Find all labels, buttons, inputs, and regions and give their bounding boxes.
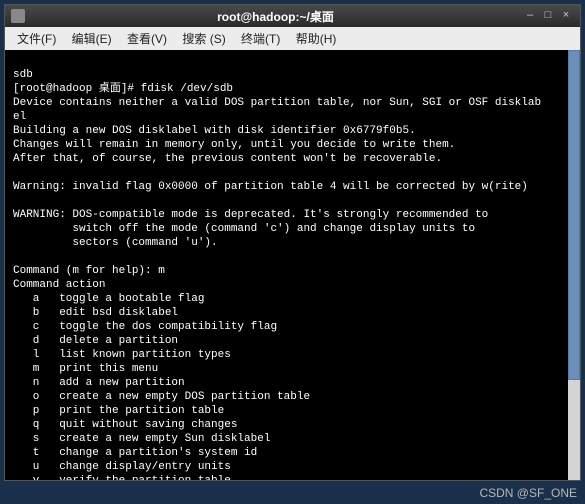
watermark: CSDN @SF_ONE — [479, 486, 577, 500]
scrollbar[interactable] — [568, 50, 580, 480]
term-line: l list known partition types — [13, 349, 231, 361]
term-line: m print this menu — [13, 363, 158, 375]
term-line: a toggle a bootable flag — [13, 293, 204, 305]
term-line: u change display/entry units — [13, 461, 231, 473]
term-line: el — [13, 111, 26, 123]
term-line: d delete a partition — [13, 335, 178, 347]
menu-terminal[interactable]: 终端(T) — [235, 29, 286, 48]
term-line: Device contains neither a valid DOS part… — [13, 97, 541, 109]
term-line: o create a new empty DOS partition table — [13, 391, 310, 403]
term-line: sdb — [13, 69, 33, 81]
term-line: [root@hadoop 桌面]# fdisk /dev/sdb — [13, 83, 233, 95]
app-icon — [11, 9, 25, 23]
term-line: Command (m for help): m — [13, 265, 165, 277]
term-line: After that, of course, the previous cont… — [13, 153, 442, 165]
term-line: Command action — [13, 279, 105, 291]
close-button[interactable]: × — [558, 9, 574, 23]
term-line: WARNING: DOS-compatible mode is deprecat… — [13, 209, 488, 221]
term-line: q quit without saving changes — [13, 419, 237, 431]
menu-view[interactable]: 查看(V) — [121, 29, 173, 48]
term-line: Changes will remain in memory only, unti… — [13, 139, 455, 151]
menu-file[interactable]: 文件(F) — [11, 29, 62, 48]
menu-help[interactable]: 帮助(H) — [290, 29, 343, 48]
terminal-window: root@hadoop:~/桌面 – □ × 文件(F) 编辑(E) 查看(V)… — [4, 4, 581, 481]
term-line: Warning: invalid flag 0x0000 of partitio… — [13, 181, 528, 193]
window-title: root@hadoop:~/桌面 — [31, 8, 520, 25]
minimize-button[interactable]: – — [522, 9, 538, 23]
term-line: s create a new empty Sun disklabel — [13, 433, 270, 445]
term-line: p print the partition table — [13, 405, 224, 417]
maximize-button[interactable]: □ — [540, 9, 556, 23]
menu-search[interactable]: 搜索 (S) — [176, 29, 231, 48]
term-line: c toggle the dos compatibility flag — [13, 321, 277, 333]
term-line: v verify the partition table — [13, 475, 231, 480]
term-line: Building a new DOS disklabel with disk i… — [13, 125, 416, 137]
term-line: sectors (command 'u'). — [13, 237, 218, 249]
scroll-thumb[interactable] — [568, 50, 580, 380]
titlebar[interactable]: root@hadoop:~/桌面 – □ × — [5, 5, 580, 27]
term-line: b edit bsd disklabel — [13, 307, 178, 319]
terminal-body[interactable]: sdb [root@hadoop 桌面]# fdisk /dev/sdb Dev… — [5, 50, 580, 480]
menu-edit[interactable]: 编辑(E) — [66, 29, 118, 48]
term-line: switch off the mode (command 'c') and ch… — [13, 223, 475, 235]
term-line: t change a partition's system id — [13, 447, 257, 459]
menubar: 文件(F) 编辑(E) 查看(V) 搜索 (S) 终端(T) 帮助(H) — [5, 27, 580, 50]
term-line: n add a new partition — [13, 377, 185, 389]
